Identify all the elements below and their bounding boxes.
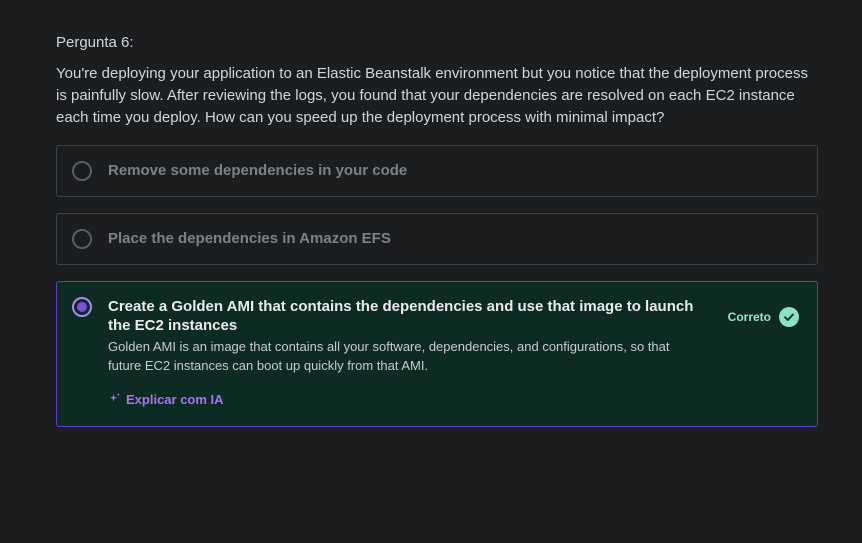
answer-explanation: Golden AMI is an image that contains all…	[108, 339, 670, 373]
answer-option-3-correct[interactable]: Create a Golden AMI that contains the de…	[56, 281, 818, 427]
correct-label: Correto	[727, 310, 771, 324]
explain-with-ai-link[interactable]: Explicar com IA	[109, 392, 224, 407]
answer-option-label: Create a Golden AMI that contains the de…	[108, 298, 694, 334]
explain-with-ai-label: Explicar com IA	[126, 392, 224, 407]
sparkle-icon	[109, 392, 121, 407]
check-circle-icon	[779, 307, 799, 327]
answer-option-1[interactable]: Remove some dependencies in your code	[56, 145, 818, 197]
answer-option-label: Remove some dependencies in your code	[108, 162, 408, 179]
answer-option-2[interactable]: Place the dependencies in Amazon EFS	[56, 213, 818, 265]
question-number: Pergunta 6:	[56, 34, 134, 51]
correct-badge: Correto	[728, 307, 799, 327]
answer-option-label: Place the dependencies in Amazon EFS	[108, 230, 391, 247]
radio-button-icon[interactable]	[72, 161, 92, 181]
question-text: You're deploying your application to an …	[56, 65, 808, 126]
radio-button-icon[interactable]	[72, 229, 92, 249]
radio-selected-icon[interactable]	[72, 297, 92, 317]
